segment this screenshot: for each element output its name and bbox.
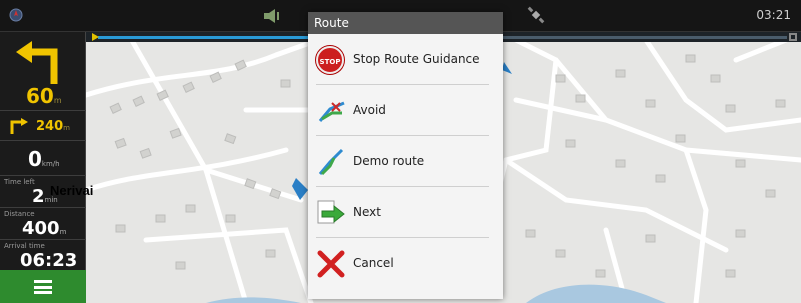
speed-panel: 0km/h (0, 142, 86, 176)
demo-route-item[interactable]: Demo route (316, 136, 489, 187)
next-turn-distance: 60m (26, 84, 62, 108)
cancel-x-icon (317, 250, 345, 278)
menu-item-label: Cancel (353, 256, 394, 270)
map-place-label: Nerivai (50, 183, 94, 198)
route-dialog: Route STOP Stop Route Guidance Avoid Dem… (308, 12, 503, 299)
arrival-label: Arrival time (4, 242, 45, 250)
hamburger-icon (34, 280, 52, 294)
time-left-label: Time left (4, 178, 35, 186)
dialog-title: Route (308, 12, 503, 34)
turn-left-arrow-icon (16, 41, 58, 84)
stop-route-guidance-item[interactable]: STOP Stop Route Guidance (316, 34, 489, 85)
second-turn-distance: 240m (36, 119, 70, 134)
distance-value: 400m (22, 218, 67, 239)
route-menu: STOP Stop Route Guidance Avoid Demo rout… (308, 34, 503, 289)
speaker-icon[interactable] (262, 8, 282, 24)
next-arrow-icon (317, 200, 345, 224)
second-turn-panel[interactable]: 240m (0, 110, 86, 141)
demo-route-icon (318, 148, 344, 176)
menu-item-label: Avoid (353, 103, 386, 117)
menu-item-label: Stop Route Guidance (353, 52, 480, 66)
stop-sign-icon: STOP (316, 46, 344, 74)
menu-item-label: Next (353, 205, 381, 219)
route-start-marker (92, 33, 99, 41)
turn-right-small-icon (10, 118, 28, 134)
navigation-panel: 60m 240m 0km/h Time left 2min Distance 4… (0, 32, 86, 303)
menu-button[interactable] (0, 270, 86, 303)
arrival-panel: Arrival time 06:23 (0, 241, 86, 272)
progress-fill (98, 36, 325, 39)
avoid-item[interactable]: Avoid (316, 85, 489, 136)
avoid-route-icon (318, 101, 345, 122)
cancel-item[interactable]: Cancel (316, 238, 489, 289)
route-end-marker (789, 33, 797, 41)
distance-label: Distance (4, 210, 35, 218)
distance-panel: Distance 400m (0, 209, 86, 240)
arrival-value: 06:23 (20, 250, 78, 271)
menu-item-label: Demo route (353, 154, 425, 168)
satellite-icon (527, 6, 545, 24)
speed-value: 0km/h (28, 147, 60, 171)
clock: 03:21 (756, 8, 791, 22)
next-item[interactable]: Next (316, 187, 489, 238)
gps-icon (9, 8, 23, 22)
